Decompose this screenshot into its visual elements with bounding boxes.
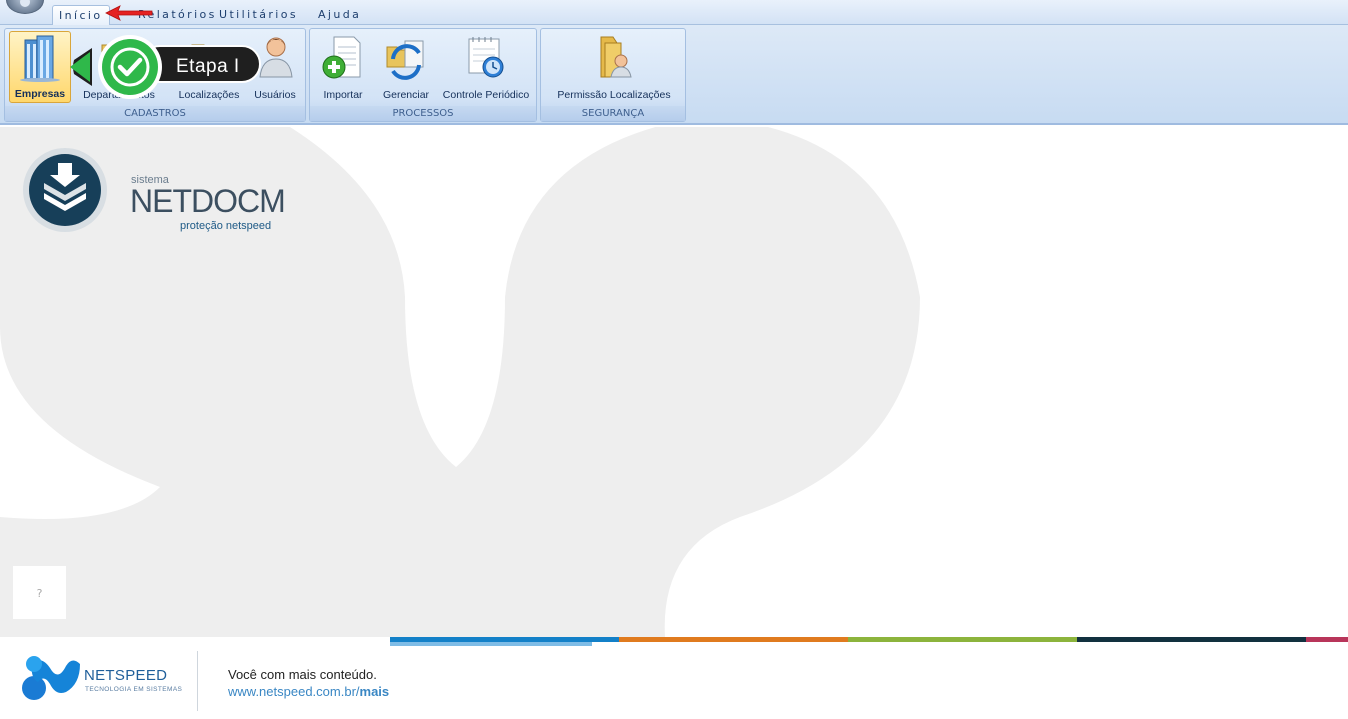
empresas-button[interactable]: Empresas [9, 31, 71, 103]
netspeed-logo-icon [22, 656, 81, 700]
controle-periodico-button[interactable]: Controle Periódico [438, 31, 534, 103]
footer-url-path: mais [359, 684, 390, 699]
tab-inicio[interactable]: Início [52, 5, 110, 25]
red-arrow-annotation-icon [105, 5, 153, 21]
footer-stripe-navy [1077, 637, 1306, 642]
netspeed-company-subtitle: TECNOLOGIA EM SISTEMAS [85, 686, 183, 693]
main-content: sistema NETDOCM proteção netspeed ? [0, 127, 1348, 637]
orb-icon [20, 0, 30, 7]
importar-label: Importar [323, 89, 363, 101]
footer-url-base: www.netspeed.com.br/ [228, 684, 360, 699]
ribbon-group-processos: Importar Gerenciar Controle Periódico PR… [309, 28, 537, 122]
permissao-localizacoes-button[interactable]: Permissão Localizações [549, 31, 679, 103]
help-button[interactable]: ? [12, 565, 67, 620]
logo-product-name: NETDOCM [130, 183, 286, 219]
permissao-localizacoes-label: Permissão Localizações [557, 89, 671, 101]
footer-stripe-lightblue [390, 642, 592, 646]
gerenciar-label: Gerenciar [382, 89, 430, 101]
gerenciar-button[interactable]: Gerenciar [376, 31, 436, 103]
folder-user-icon [600, 36, 632, 78]
footer: NETSPEED TECNOLOGIA EM SISTEMAS Você com… [0, 637, 1348, 719]
processos-caption: PROCESSOS [310, 106, 536, 121]
calendar-clock-icon [468, 37, 504, 78]
tab-ajuda[interactable]: Ajuda [312, 5, 367, 25]
logo-tagline: proteção netspeed [180, 220, 272, 232]
step-callout-text: Etapa I [176, 56, 240, 77]
cadastros-caption: CADASTROS [5, 106, 305, 121]
folder-sync-icon [386, 40, 424, 80]
netspeed-company-name: NETSPEED [84, 667, 168, 684]
ribbon-group-seguranca: Permissão Localizações SEGURANÇA [540, 28, 686, 122]
importar-button[interactable]: Importar [314, 31, 372, 103]
footer-slogan: Você com mais conteúdo. [228, 667, 377, 682]
footer-url-link[interactable]: www.netspeed.com.br/mais [228, 684, 389, 699]
footer-stripe-orange [619, 637, 848, 642]
document-add-icon [322, 36, 361, 79]
netdocm-logo-icon [23, 148, 107, 232]
app-window: Início Relatórios Utilitários Ajuda Empr… [0, 0, 1348, 719]
footer-stripe-red [1306, 637, 1348, 642]
empresas-label: Empresas [14, 88, 66, 100]
seguranca-caption: SEGURANÇA [541, 106, 685, 121]
tab-utilitarios[interactable]: Utilitários [213, 5, 304, 25]
footer-divider [197, 651, 198, 711]
footer-stripe-green [848, 637, 1077, 642]
menu-tab-bar: Início Relatórios Utilitários Ajuda [0, 0, 1348, 25]
application-orb-button[interactable] [6, 0, 44, 14]
buildings-icon [20, 35, 60, 82]
controle-periodico-label: Controle Periódico [442, 89, 530, 101]
